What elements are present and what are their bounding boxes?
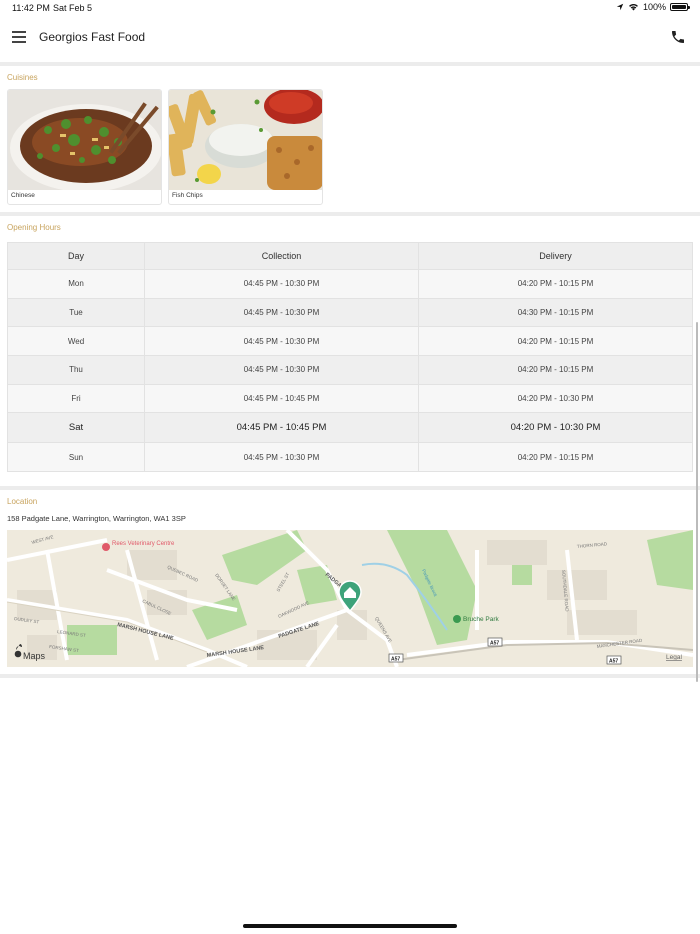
- table-row: Fri 04:45 PM - 10:45 PM 04:20 PM - 10:30…: [7, 383, 693, 414]
- table-row: Tue 04:45 PM - 10:30 PM 04:30 PM - 10:15…: [7, 297, 693, 328]
- hours-divider: [0, 486, 700, 490]
- day-cell: Fri: [7, 383, 145, 414]
- delivery-cell: 04:20 PM - 10:30 PM: [418, 412, 693, 444]
- table-row: Mon 04:45 PM - 10:30 PM 04:20 PM - 10:15…: [7, 269, 693, 299]
- location-section-label: Location: [7, 497, 38, 506]
- vet-poi-icon[interactable]: [102, 543, 110, 551]
- status-date: Sat Feb 5: [53, 3, 93, 13]
- fish-chips-image: [169, 90, 322, 190]
- table-row: Thu 04:45 PM - 10:30 PM 04:20 PM - 10:15…: [7, 355, 693, 385]
- svg-text:Maps: Maps: [23, 651, 46, 661]
- phone-icon[interactable]: [670, 29, 686, 45]
- map-canvas: MARSH HOUSE LANE MARSH HOUSE LANE PADGAT…: [7, 530, 693, 667]
- delivery-cell: 04:30 PM - 10:15 PM: [418, 297, 693, 328]
- cuisines-section-label: Cuisines: [7, 73, 38, 82]
- delivery-cell: 04:20 PM - 10:15 PM: [418, 269, 693, 299]
- status-time: 11:42 PM: [12, 3, 50, 13]
- chinese-food-image: [8, 90, 161, 192]
- park-poi-icon[interactable]: [453, 615, 461, 623]
- delivery-cell: 04:20 PM - 10:15 PM: [418, 355, 693, 385]
- location-arrow-icon: [616, 3, 624, 11]
- home-indicator[interactable]: [243, 924, 457, 928]
- collection-cell: 04:45 PM - 10:30 PM: [144, 442, 419, 473]
- table-header-row: Day Collection Delivery: [7, 242, 693, 270]
- map-label-bruche-park: Bruche Park: [463, 616, 500, 623]
- day-cell: Sat: [7, 412, 145, 444]
- cuisine-card-chinese[interactable]: Chinese: [7, 89, 162, 205]
- location-divider: [0, 674, 700, 678]
- scrollbar[interactable]: [696, 322, 698, 682]
- header-divider: [0, 62, 700, 66]
- day-cell: Thu: [7, 355, 145, 385]
- day-cell: Wed: [7, 326, 145, 357]
- a57-road-shield: A57: [606, 655, 622, 665]
- battery-icon: [670, 3, 690, 11]
- battery-percent: 100%: [642, 2, 666, 12]
- cuisines-divider: [0, 212, 700, 216]
- collection-cell: 04:45 PM - 10:30 PM: [144, 355, 419, 385]
- a57-road-shield: A57: [388, 653, 404, 663]
- wifi-icon: [629, 3, 638, 11]
- map-label-vet: Rees Veterinary Centre: [112, 541, 175, 547]
- collection-cell: 04:45 PM - 10:30 PM: [144, 269, 419, 299]
- app-header: Georgios Fast Food: [0, 18, 700, 62]
- opening-hours-table: Day Collection Delivery Mon 04:45 PM - 1…: [7, 242, 693, 473]
- svg-text:A57: A57: [490, 641, 499, 647]
- restaurant-title: Georgios Fast Food: [39, 30, 146, 44]
- status-bar: 11:42 PM Sat Feb 5 100%: [0, 0, 700, 18]
- column-header-delivery: Delivery: [418, 242, 693, 270]
- cuisine-card-fish-chips[interactable]: Fish Chips: [168, 89, 323, 205]
- svg-text:A57: A57: [391, 657, 400, 663]
- svg-text:A57: A57: [609, 659, 618, 665]
- column-header-day: Day: [7, 242, 145, 270]
- restaurant-info-page: 11:42 PM Sat Feb 5 100% Georgios Fast Fo…: [0, 0, 700, 934]
- table-row-today: Sat 04:45 PM - 10:45 PM 04:20 PM - 10:30…: [7, 412, 693, 444]
- column-header-collection: Collection: [144, 242, 419, 270]
- day-cell: Mon: [7, 269, 145, 299]
- a57-road-shield: A57: [487, 637, 503, 647]
- collection-cell: 04:45 PM - 10:45 PM: [144, 412, 419, 444]
- status-indicators: 100%: [616, 2, 690, 12]
- park-area: [512, 565, 532, 585]
- day-cell: Sun: [7, 442, 145, 473]
- collection-cell: 04:45 PM - 10:30 PM: [144, 326, 419, 357]
- map-legal-link[interactable]: Legal: [666, 654, 682, 661]
- opening-hours-section-label: Opening Hours: [7, 223, 61, 232]
- delivery-cell: 04:20 PM - 10:15 PM: [418, 442, 693, 473]
- delivery-cell: 04:20 PM - 10:30 PM: [418, 383, 693, 414]
- collection-cell: 04:45 PM - 10:45 PM: [144, 383, 419, 414]
- hamburger-menu-icon[interactable]: [12, 31, 26, 43]
- cuisine-name: Fish Chips: [172, 192, 203, 199]
- location-map[interactable]: MARSH HOUSE LANE MARSH HOUSE LANE PADGAT…: [7, 530, 693, 667]
- restaurant-address: 158 Padgate Lane, Warrington, Warrington…: [7, 514, 186, 523]
- table-row: Wed 04:45 PM - 10:30 PM 04:20 PM - 10:15…: [7, 326, 693, 357]
- cuisine-name: Chinese: [11, 192, 35, 199]
- day-cell: Tue: [7, 297, 145, 328]
- table-row: Sun 04:45 PM - 10:30 PM 04:20 PM - 10:15…: [7, 442, 693, 473]
- collection-cell: 04:45 PM - 10:30 PM: [144, 297, 419, 328]
- delivery-cell: 04:20 PM - 10:15 PM: [418, 326, 693, 357]
